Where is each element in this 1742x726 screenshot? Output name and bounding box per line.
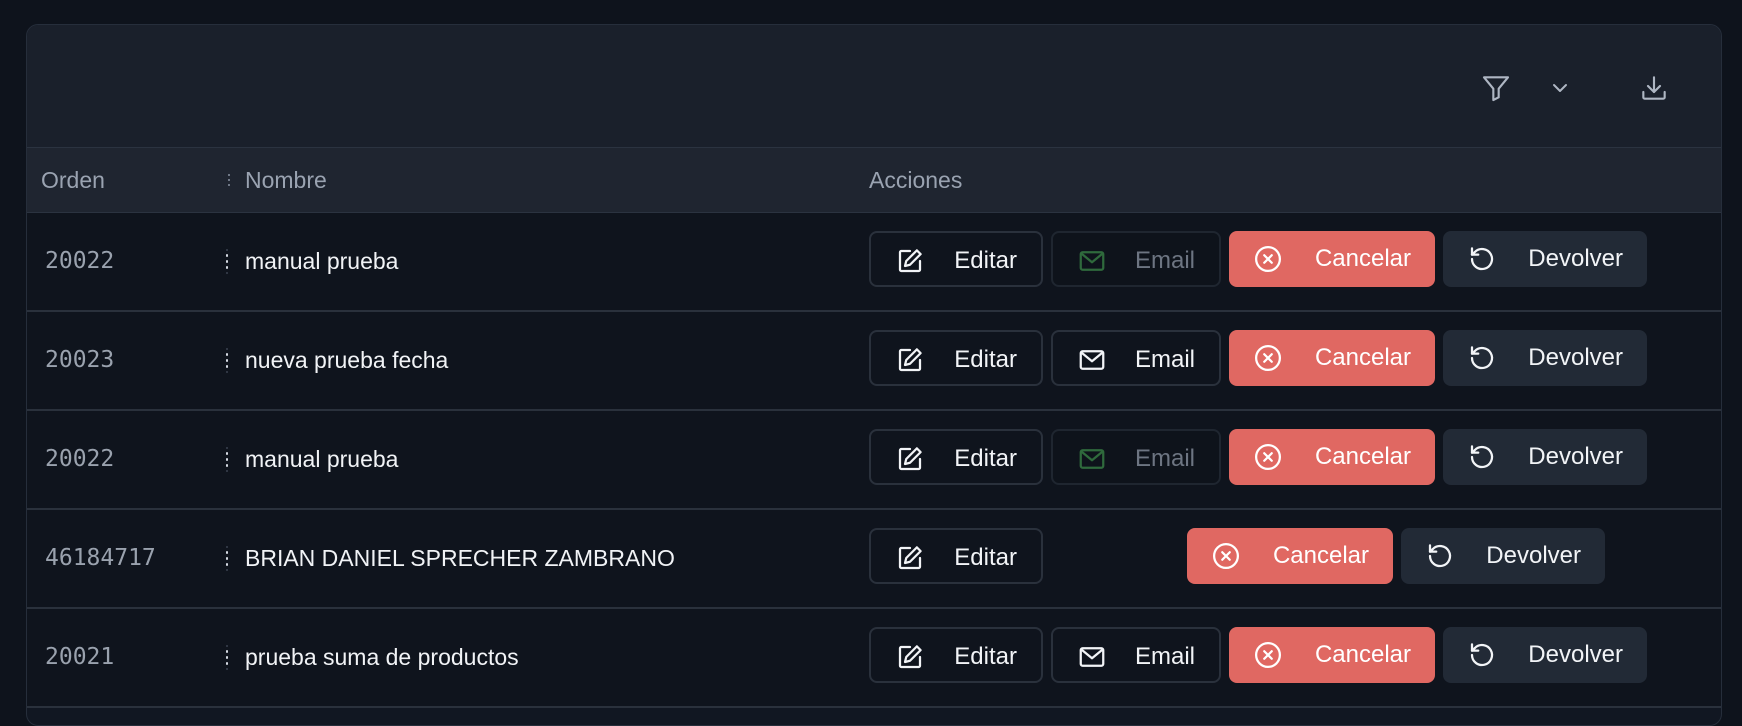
- orders-table-card: Orden Nombre Acciones 20022 manual prueb…: [26, 24, 1722, 726]
- nombre-cell: prueba suma de productos: [245, 644, 519, 670]
- edit-button[interactable]: Editar: [869, 330, 1043, 386]
- column-header-acciones: Acciones: [869, 167, 963, 193]
- rotate-ccw-icon: [1467, 244, 1497, 274]
- return-label: Devolver: [1528, 443, 1623, 470]
- return-label: Devolver: [1486, 542, 1581, 569]
- edit-icon: [895, 345, 925, 375]
- column-resize-handle[interactable]: [227, 148, 231, 212]
- table-row: 20021 prueba suma de productos Editar Em…: [27, 609, 1721, 708]
- orden-cell: 20023: [45, 347, 115, 373]
- email-button[interactable]: Email: [1051, 330, 1221, 386]
- table-row: 20022 manual prueba Editar Email Cancela…: [27, 411, 1721, 510]
- email-label: Email: [1134, 346, 1195, 373]
- table-header: Orden Nombre Acciones: [27, 148, 1721, 213]
- edit-label: Editar: [954, 445, 1017, 472]
- email-label: Email: [1134, 247, 1195, 274]
- return-button[interactable]: Devolver: [1401, 528, 1605, 584]
- x-circle-icon: [1253, 640, 1283, 670]
- cancel-button[interactable]: Cancelar: [1229, 627, 1435, 683]
- return-label: Devolver: [1528, 245, 1623, 272]
- cancel-button[interactable]: Cancelar: [1229, 231, 1435, 287]
- edit-icon: [895, 543, 925, 573]
- row-drag-handle[interactable]: [225, 423, 229, 496]
- return-button[interactable]: Devolver: [1443, 627, 1647, 683]
- row-drag-handle[interactable]: [225, 225, 229, 298]
- email-button: Email: [1051, 429, 1221, 485]
- orden-cell: 20022: [45, 248, 115, 274]
- edit-button[interactable]: Editar: [869, 429, 1043, 485]
- cancel-button[interactable]: Cancelar: [1229, 429, 1435, 485]
- table-row: 20023 nueva prueba fecha Editar Email Ca…: [27, 312, 1721, 411]
- rotate-ccw-icon: [1467, 442, 1497, 472]
- mail-icon: [1077, 444, 1107, 474]
- edit-button[interactable]: Editar: [869, 231, 1043, 287]
- table-row: 46184717 BRIAN DANIEL SPRECHER ZAMBRANO …: [27, 510, 1721, 609]
- column-header-nombre[interactable]: Nombre: [245, 148, 327, 212]
- column-header-orden[interactable]: Orden: [41, 148, 105, 212]
- rotate-ccw-icon: [1467, 640, 1497, 670]
- orden-cell: 20021: [45, 644, 115, 670]
- table-toolbar: [27, 25, 1721, 148]
- edit-button[interactable]: Editar: [869, 627, 1043, 683]
- cancel-label: Cancelar: [1314, 245, 1411, 272]
- cancel-button[interactable]: Cancelar: [1229, 330, 1435, 386]
- x-circle-icon: [1253, 442, 1283, 472]
- cancel-button[interactable]: Cancelar: [1187, 528, 1393, 584]
- return-button[interactable]: Devolver: [1443, 231, 1647, 287]
- edit-icon: [895, 246, 925, 276]
- chevron-down-icon[interactable]: [1543, 71, 1577, 105]
- email-label: Email: [1134, 445, 1195, 472]
- email-button: Email: [1051, 231, 1221, 287]
- orden-cell: 20022: [45, 446, 115, 472]
- nombre-cell: BRIAN DANIEL SPRECHER ZAMBRANO: [245, 545, 675, 571]
- row-drag-handle[interactable]: [225, 621, 229, 694]
- rotate-ccw-icon: [1467, 343, 1497, 373]
- orden-cell: 46184717: [45, 545, 156, 571]
- x-circle-icon: [1253, 244, 1283, 274]
- mail-icon: [1077, 246, 1107, 276]
- download-icon[interactable]: [1637, 71, 1671, 105]
- edit-label: Editar: [954, 544, 1017, 571]
- mail-icon: [1077, 642, 1107, 672]
- x-circle-icon: [1211, 541, 1241, 571]
- edit-label: Editar: [954, 247, 1017, 274]
- table-body: 20022 manual prueba Editar Email Cancela…: [27, 213, 1721, 708]
- edit-label: Editar: [954, 643, 1017, 670]
- x-circle-icon: [1253, 343, 1283, 373]
- row-drag-handle[interactable]: [225, 324, 229, 397]
- cancel-label: Cancelar: [1314, 443, 1411, 470]
- return-button[interactable]: Devolver: [1443, 429, 1647, 485]
- return-label: Devolver: [1528, 641, 1623, 668]
- table-row: 20022 manual prueba Editar Email Cancela…: [27, 213, 1721, 312]
- nombre-cell: manual prueba: [245, 248, 399, 274]
- return-button[interactable]: Devolver: [1443, 330, 1647, 386]
- edit-label: Editar: [954, 346, 1017, 373]
- rotate-ccw-icon: [1425, 541, 1455, 571]
- mail-icon: [1077, 345, 1107, 375]
- filter-icon[interactable]: [1479, 71, 1513, 105]
- cancel-label: Cancelar: [1314, 641, 1411, 668]
- edit-icon: [895, 444, 925, 474]
- nombre-cell: manual prueba: [245, 446, 399, 472]
- edit-button[interactable]: Editar: [869, 528, 1043, 584]
- cancel-label: Cancelar: [1272, 542, 1369, 569]
- cancel-label: Cancelar: [1314, 344, 1411, 371]
- email-button[interactable]: Email: [1051, 627, 1221, 683]
- email-label: Email: [1134, 643, 1195, 670]
- row-drag-handle[interactable]: [225, 522, 229, 595]
- edit-icon: [895, 642, 925, 672]
- return-label: Devolver: [1528, 344, 1623, 371]
- nombre-cell: nueva prueba fecha: [245, 347, 449, 373]
